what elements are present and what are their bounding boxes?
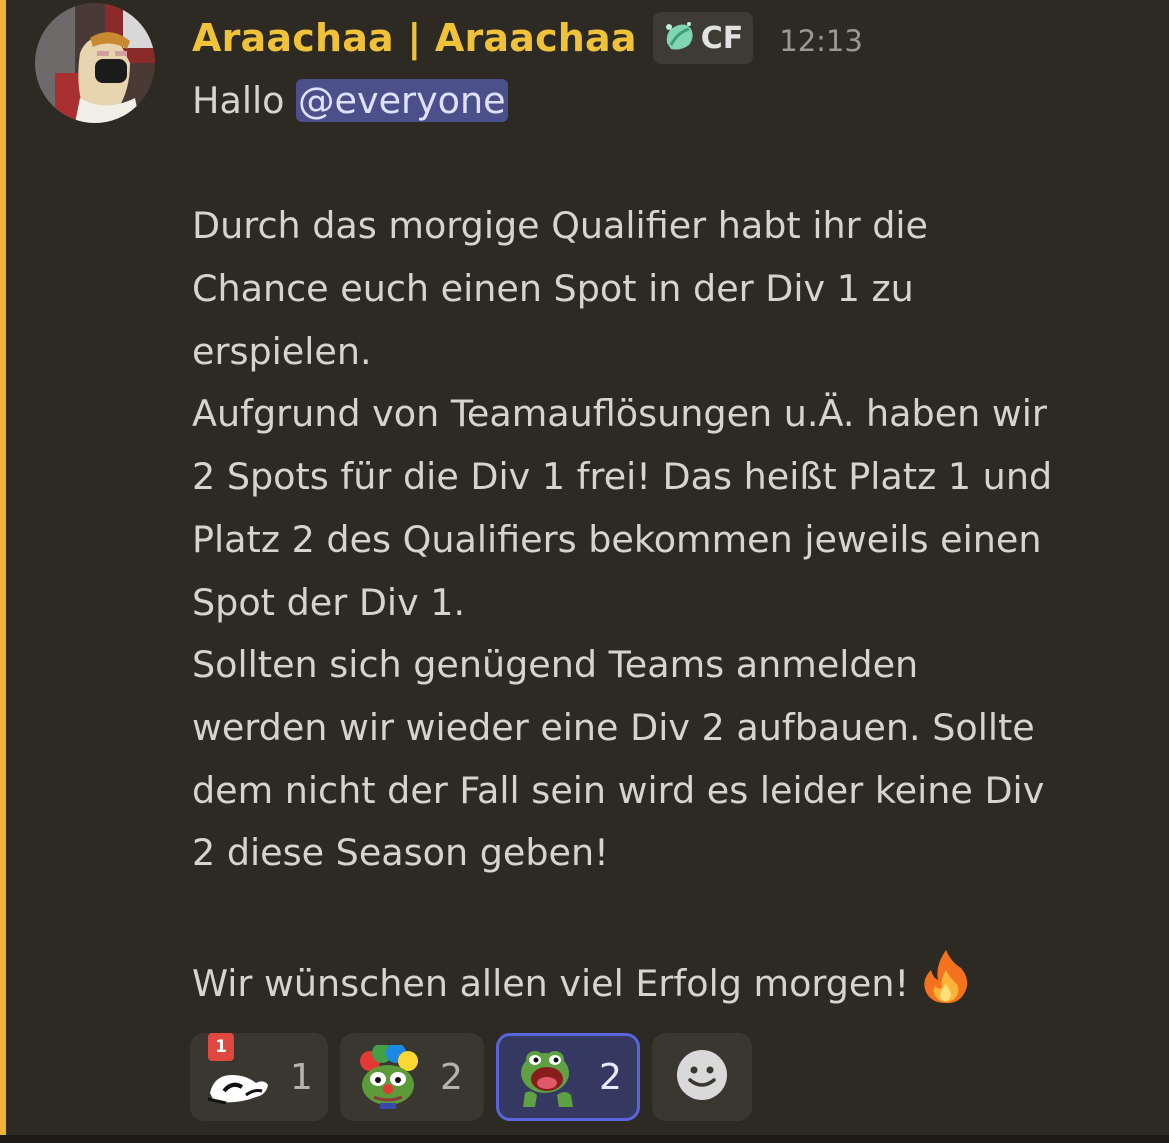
timestamp[interactable]: 12:13 xyxy=(779,18,863,58)
server-tag-label: CF xyxy=(700,20,744,56)
clown-frog-emoji-icon xyxy=(356,1043,420,1109)
avatar[interactable] xyxy=(35,3,155,123)
shouting-frog-emoji-icon xyxy=(515,1045,579,1109)
message-line xyxy=(192,133,1152,196)
fire-emoji-icon xyxy=(921,948,971,1024)
reaction-shouting-frog[interactable]: 2 xyxy=(496,1033,640,1121)
server-tag[interactable]: CF xyxy=(652,12,754,64)
everyone-mention[interactable]: @everyone xyxy=(296,79,508,122)
reaction-seal[interactable]: 1 1 xyxy=(190,1033,328,1121)
message-line: Chance euch einen Spot in der Div 1 zu xyxy=(192,267,914,311)
reactions-bar: 1 1 2 2 xyxy=(190,1033,752,1121)
add-reaction-icon xyxy=(675,1048,729,1106)
leaf-badge-icon xyxy=(661,19,697,57)
message-line: werden wir wieder eine Div 2 aufbauen. S… xyxy=(192,705,1035,749)
reaction-count: 2 xyxy=(440,1056,463,1098)
mention-highlight-bar xyxy=(0,0,6,1135)
reaction-clown-frog[interactable]: 2 xyxy=(340,1033,484,1121)
message-line: erspielen. xyxy=(192,329,372,373)
closing-text: Wir wünschen allen viel Erfolg morgen! xyxy=(192,961,910,1005)
number-one-seal-emoji-icon: 1 xyxy=(206,1033,270,1109)
message-line: Platz 2 des Qualifiers bekommen jeweils … xyxy=(192,517,1042,561)
message-line: 2 diese Season geben! xyxy=(192,831,609,875)
message-content: Hallo @everyone Durch das morgige Qualif… xyxy=(192,70,1152,1010)
message-line: Sollten sich genügend Teams anmelden xyxy=(192,643,919,687)
reaction-count: 1 xyxy=(290,1056,313,1098)
closing-line: Wir wünschen allen viel Erfolg morgen! xyxy=(192,948,1152,1011)
message-line: Durch das morgige Qualifier habt ihr die xyxy=(192,204,928,248)
reaction-count: 2 xyxy=(599,1056,622,1098)
greeting-line: Hallo @everyone xyxy=(192,70,1152,133)
add-reaction-button[interactable] xyxy=(652,1033,752,1121)
message-line: Aufgrund von Teamauflösungen u.Ä. haben … xyxy=(192,392,1047,436)
message-line: Spot der Div 1. xyxy=(192,580,466,624)
username[interactable]: Araachaa | Araachaa xyxy=(192,16,637,60)
message-line xyxy=(192,885,1152,948)
chat-message: Araachaa | Araachaa CF 12:13 Hallo @ever… xyxy=(0,0,1169,1143)
message-line: 2 Spots für die Div 1 frei! Das heißt Pl… xyxy=(192,455,1053,499)
greeting-text: Hallo xyxy=(192,79,285,122)
badge-number: 1 xyxy=(208,1033,234,1061)
bottom-divider xyxy=(0,1135,1169,1143)
message-line: dem nicht der Fall sein wird es leider k… xyxy=(192,768,1045,812)
message-header: Araachaa | Araachaa CF 12:13 xyxy=(192,10,863,66)
